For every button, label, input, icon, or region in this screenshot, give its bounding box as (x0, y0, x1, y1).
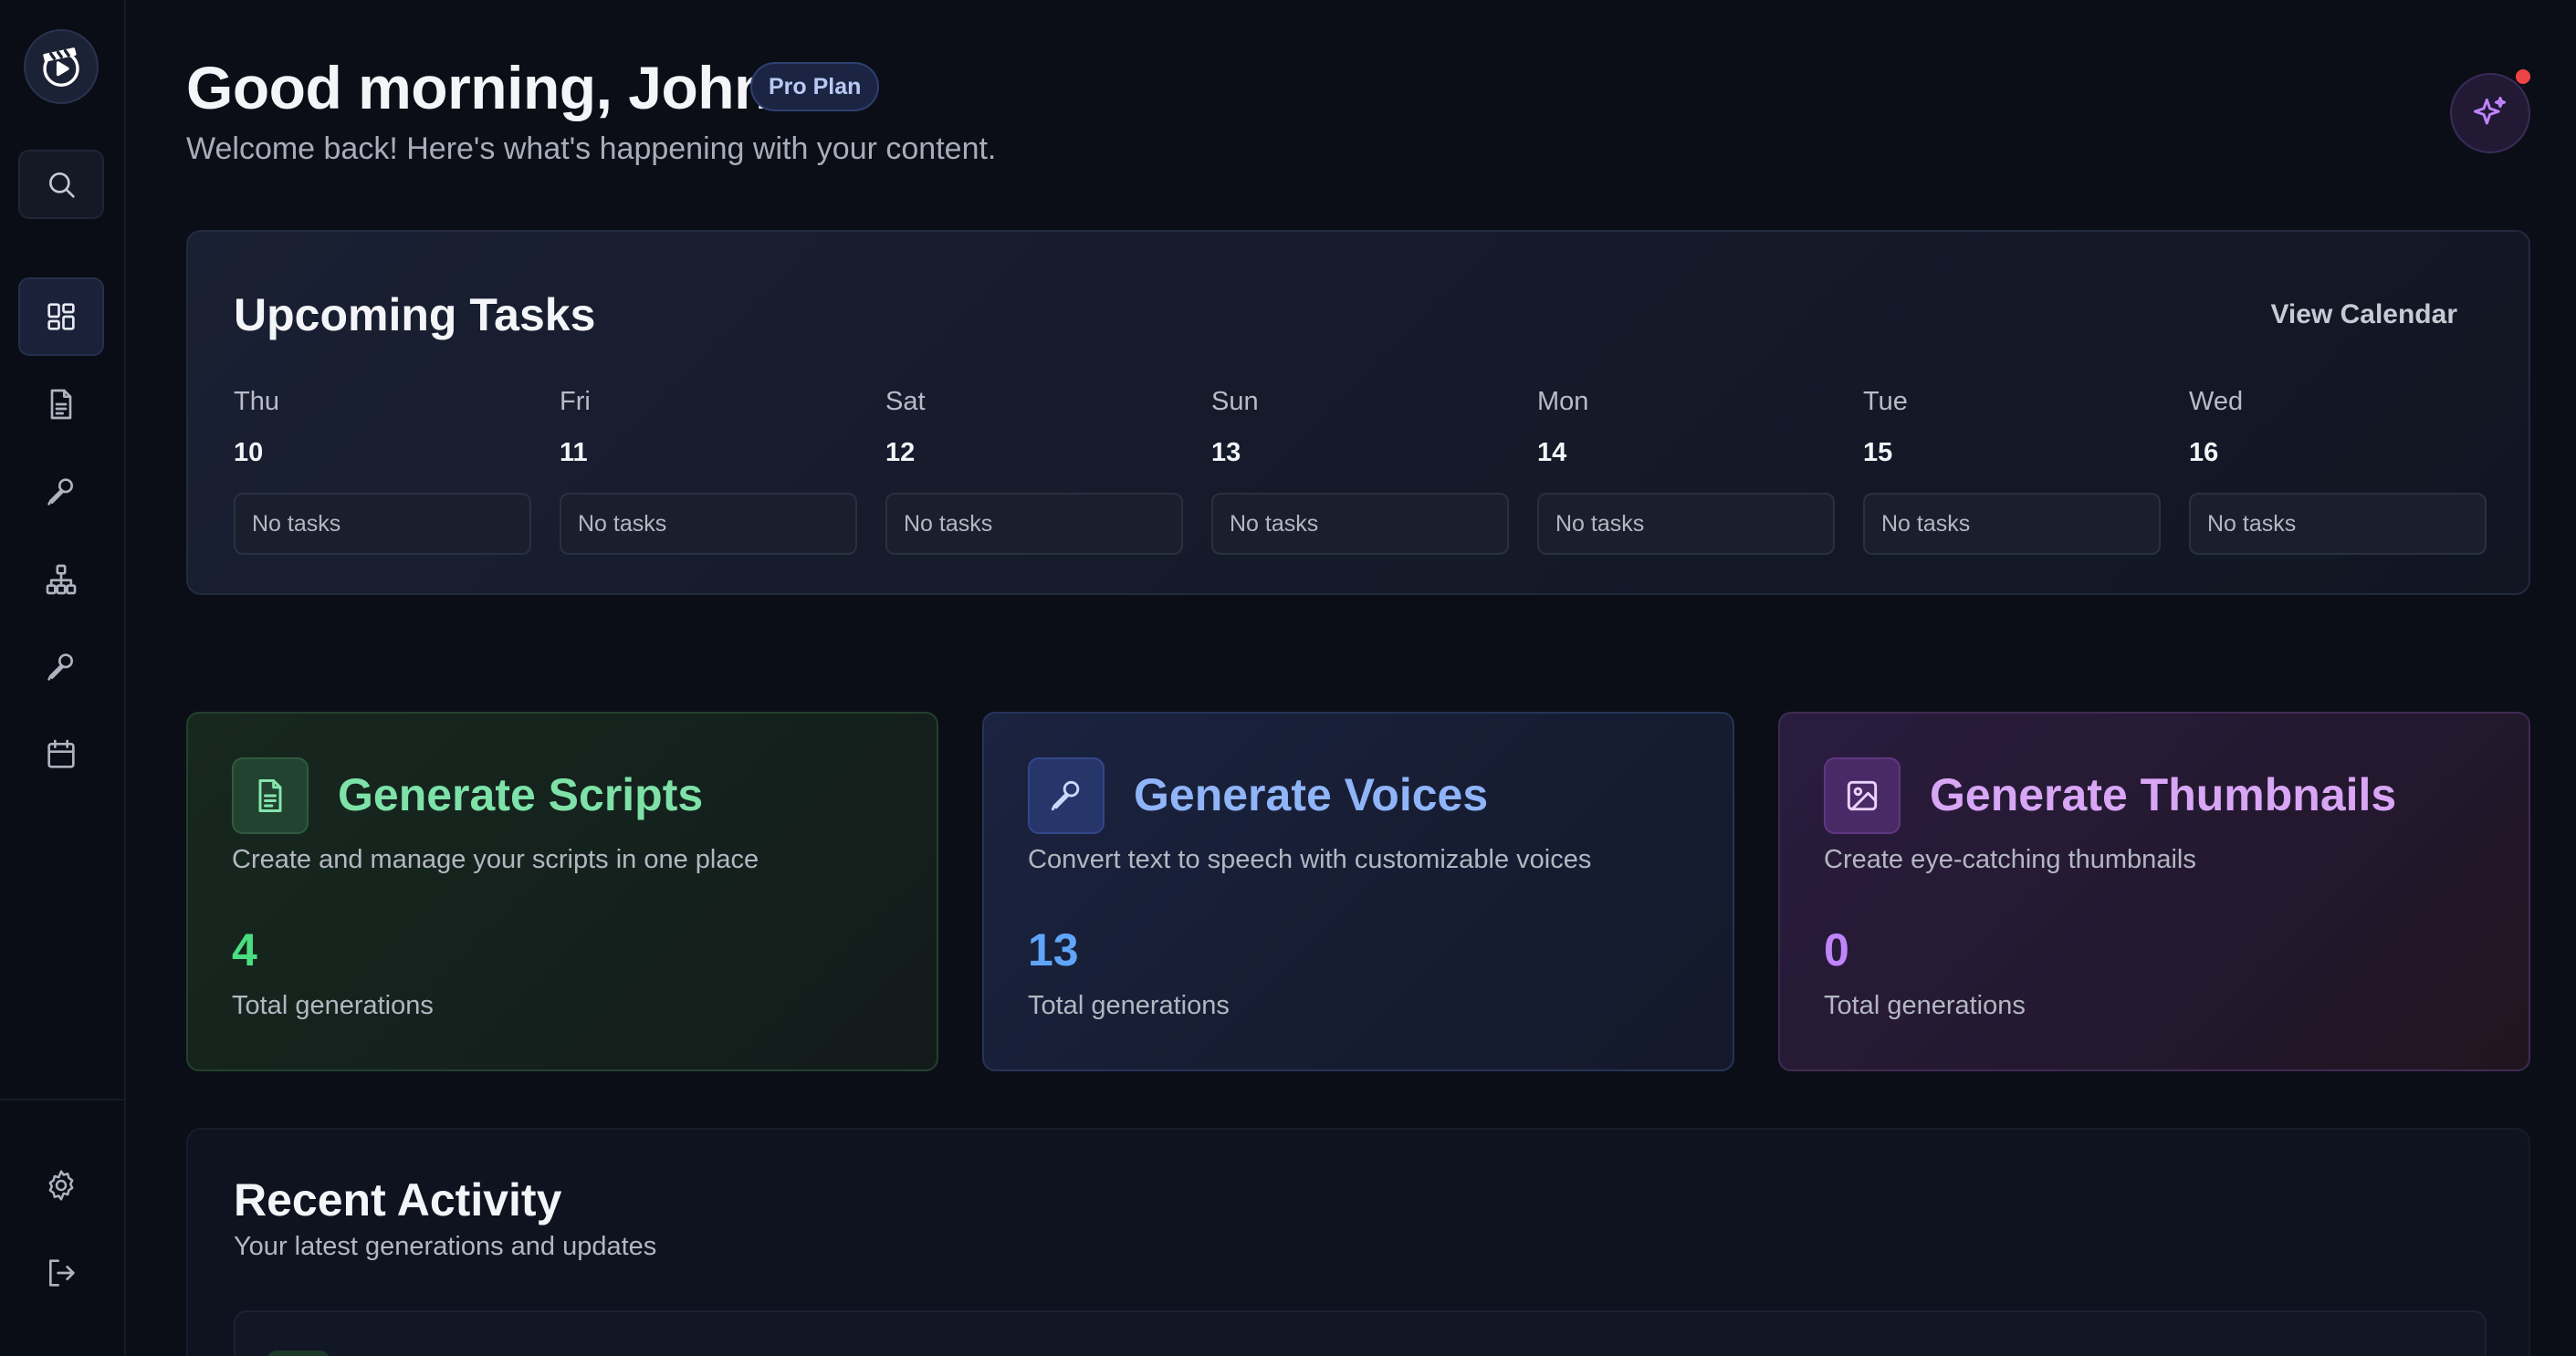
recent-activity-card: Recent Activity Your latest generations … (186, 1128, 2530, 1356)
sidebar-item-settings[interactable] (18, 1146, 104, 1225)
feature-description: Create and manage your scripts in one pl… (232, 845, 759, 874)
day-name: Sat (885, 387, 926, 416)
calendar-icon (47, 739, 75, 768)
activity-row[interactable] (234, 1310, 2487, 1356)
activity-row-icon (267, 1351, 330, 1356)
generate-voices-card[interactable]: Generate Voices Convert text to speech w… (982, 712, 1734, 1071)
plan-badge: Pro Plan (750, 62, 880, 111)
feature-count: 0 (1824, 924, 1849, 975)
sidebar (0, 0, 126, 1356)
sidebar-item-scripts[interactable] (18, 365, 104, 443)
day-number: 13 (1211, 438, 1241, 467)
sidebar-item-dashboard[interactable] (18, 277, 104, 356)
search-icon (49, 172, 75, 198)
logout-icon (49, 1259, 75, 1287)
day-tasks-box[interactable]: No tasks (1537, 493, 1835, 555)
notification-dot (2516, 69, 2530, 84)
day-tasks-box[interactable]: No tasks (1211, 493, 1509, 555)
day-column: Wed 16 No tasks (2189, 387, 2487, 555)
day-name: Sun (1211, 387, 1259, 416)
sidebar-item-workflows[interactable] (18, 540, 104, 619)
day-tasks-box[interactable]: No tasks (234, 493, 531, 555)
feature-title: Generate Scripts (338, 769, 704, 820)
feature-description: Convert text to speech with customizable… (1028, 845, 1592, 874)
sidebar-item-voice-studio[interactable] (18, 628, 104, 706)
day-column: Sat 12 No tasks (885, 387, 1183, 555)
page-title: Good morning, John (186, 54, 770, 121)
ai-assistant-button[interactable] (2450, 73, 2530, 153)
day-name: Fri (560, 387, 591, 416)
recent-activity-subtitle: Your latest generations and updates (234, 1232, 657, 1261)
day-tasks-box[interactable]: No tasks (1863, 493, 2161, 555)
dashboard-icon (47, 303, 75, 330)
app-root: Good morning, John Pro Plan Welcome back… (0, 0, 2576, 1356)
sparkles-icon (2474, 97, 2507, 125)
scripts-icon-tile (232, 757, 309, 834)
day-column: Thu 10 No tasks (234, 387, 531, 555)
feature-title: Generate Thumbnails (1930, 769, 2397, 820)
upcoming-tasks-card: Upcoming Tasks View Calendar Thu 10 No t… (186, 230, 2530, 595)
image-icon (1847, 780, 1878, 811)
day-tasks-box[interactable]: No tasks (885, 493, 1183, 555)
day-name: Mon (1537, 387, 1589, 416)
feature-title: Generate Voices (1134, 769, 1489, 820)
document-icon (50, 389, 72, 420)
feature-count: 13 (1028, 924, 1079, 975)
day-number: 12 (885, 438, 916, 467)
day-column: Tue 15 No tasks (1863, 387, 2161, 555)
feature-count-label: Total generations (1028, 991, 1230, 1020)
sidebar-search-button[interactable] (18, 150, 104, 219)
day-column: Mon 14 No tasks (1537, 387, 1835, 555)
sidebar-item-voices[interactable] (18, 453, 104, 531)
gear-icon (48, 1170, 74, 1201)
day-tasks-box[interactable]: No tasks (560, 493, 857, 555)
generate-scripts-card[interactable]: Generate Scripts Create and manage your … (186, 712, 938, 1071)
upcoming-tasks-title: Upcoming Tasks (234, 289, 596, 340)
day-column: Fri 11 No tasks (560, 387, 857, 555)
feature-count-label: Total generations (232, 991, 434, 1020)
hierarchy-icon (46, 564, 77, 595)
thumbnails-icon-tile (1824, 757, 1901, 834)
sidebar-item-calendar[interactable] (18, 715, 104, 794)
microphone-icon (1051, 780, 1080, 811)
day-number: 15 (1863, 438, 1893, 467)
day-number: 10 (234, 438, 264, 467)
day-column: Sun 13 No tasks (1211, 387, 1509, 555)
generate-thumbnails-card[interactable]: Generate Thumbnails Create eye-catching … (1778, 712, 2530, 1071)
app-logo[interactable] (24, 29, 99, 104)
feature-count-label: Total generations (1824, 991, 2026, 1020)
feature-count: 4 (232, 924, 257, 975)
microphone-icon (47, 478, 73, 506)
feature-description: Create eye-catching thumbnails (1824, 845, 2196, 874)
view-calendar-link[interactable]: View Calendar (2270, 299, 2457, 330)
welcome-subtitle: Welcome back! Here's what's happening wi… (186, 131, 997, 166)
voices-icon-tile (1028, 757, 1105, 834)
clapperboard-play-icon (43, 47, 79, 87)
day-name: Tue (1863, 387, 1908, 416)
recent-activity-title: Recent Activity (234, 1174, 562, 1226)
sidebar-divider (0, 1099, 124, 1100)
day-number: 16 (2189, 438, 2219, 467)
document-icon (258, 779, 282, 812)
day-tasks-box[interactable]: No tasks (2189, 493, 2487, 555)
day-number: 11 (560, 438, 588, 467)
microphone-icon (47, 653, 73, 681)
day-number: 14 (1537, 438, 1567, 467)
day-name: Thu (234, 387, 279, 416)
sidebar-item-logout[interactable] (18, 1234, 104, 1312)
day-name: Wed (2189, 387, 2244, 416)
